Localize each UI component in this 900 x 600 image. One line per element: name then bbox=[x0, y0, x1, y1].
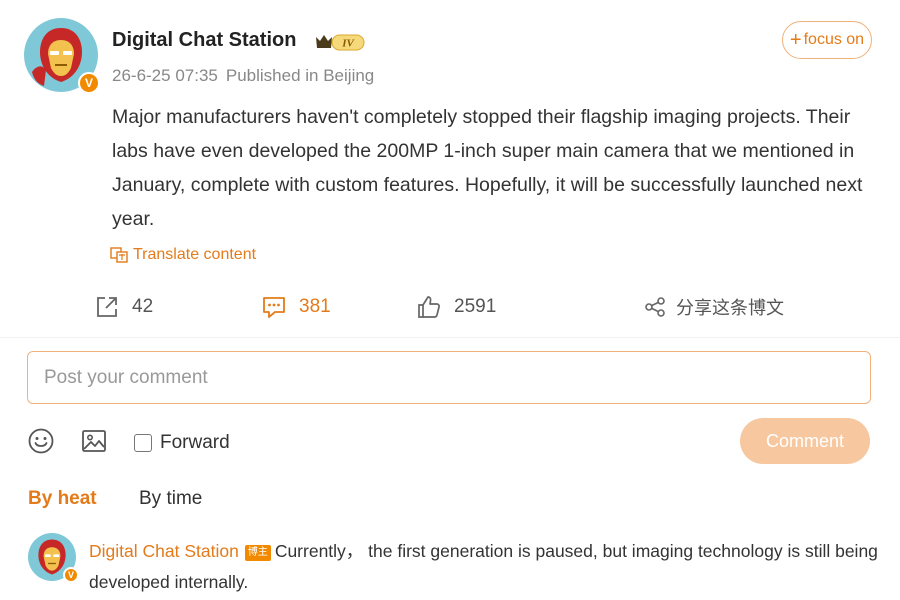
comment-count: 381 bbox=[299, 296, 331, 317]
verified-badge: V bbox=[63, 567, 79, 583]
like-button[interactable]: 2591 bbox=[416, 294, 496, 320]
comment-submit-button[interactable]: Comment bbox=[740, 418, 870, 464]
sort-by-heat-tab[interactable]: By heat bbox=[28, 488, 97, 510]
author-avatar[interactable]: V bbox=[24, 18, 100, 94]
comments-button[interactable]: 381 bbox=[261, 294, 331, 320]
share-label: 分享这条博文 bbox=[676, 298, 784, 318]
top-comment: Digital Chat Station 博主 Currently， the fir… bbox=[89, 536, 879, 598]
comment-icon bbox=[263, 297, 285, 318]
plus-icon: + bbox=[789, 28, 802, 51]
post-body: Major manufacturers haven't completely s… bbox=[112, 106, 863, 230]
comment-author[interactable]: Digital Chat Station bbox=[89, 541, 239, 561]
author-name[interactable]: Digital Chat Station bbox=[112, 29, 296, 52]
post-date[interactable]: 26-6-25 07:35 bbox=[112, 66, 218, 85]
image-icon[interactable] bbox=[80, 427, 108, 455]
crown-icon: IV bbox=[316, 34, 365, 51]
translate-icon bbox=[110, 247, 128, 263]
focus-on-button[interactable]: + focus on bbox=[782, 21, 872, 59]
commenter-avatar[interactable]: V bbox=[28, 533, 79, 583]
repost-count: 42 bbox=[132, 296, 154, 317]
translate-label: Translate content bbox=[133, 246, 257, 263]
like-count: 2591 bbox=[454, 296, 497, 317]
forward-checkbox[interactable] bbox=[134, 434, 152, 452]
post-meta: 26-6-25 07:35 Published in Beijing bbox=[112, 66, 382, 86]
blogger-tag: 博主 bbox=[244, 545, 271, 561]
share-icon bbox=[645, 297, 665, 317]
verified-badge: V bbox=[78, 72, 100, 94]
repost-icon bbox=[97, 297, 117, 317]
post-location: Published in Beijing bbox=[225, 66, 375, 85]
repost-button[interactable]: 42 bbox=[94, 294, 153, 320]
comment-input[interactable] bbox=[27, 351, 871, 404]
divider bbox=[0, 337, 900, 338]
like-icon bbox=[418, 296, 440, 318]
focus-on-label: focus on bbox=[803, 31, 865, 48]
forward-label: Forward bbox=[160, 432, 230, 453]
translate-link[interactable]: Translate content bbox=[110, 246, 256, 264]
share-button[interactable]: 分享这条博文 bbox=[644, 294, 784, 320]
sort-by-time-tab[interactable]: By time bbox=[139, 488, 202, 510]
level-badge-text: IV bbox=[341, 38, 355, 50]
forward-option[interactable]: Forward bbox=[134, 432, 230, 454]
emoji-icon[interactable] bbox=[27, 427, 55, 455]
